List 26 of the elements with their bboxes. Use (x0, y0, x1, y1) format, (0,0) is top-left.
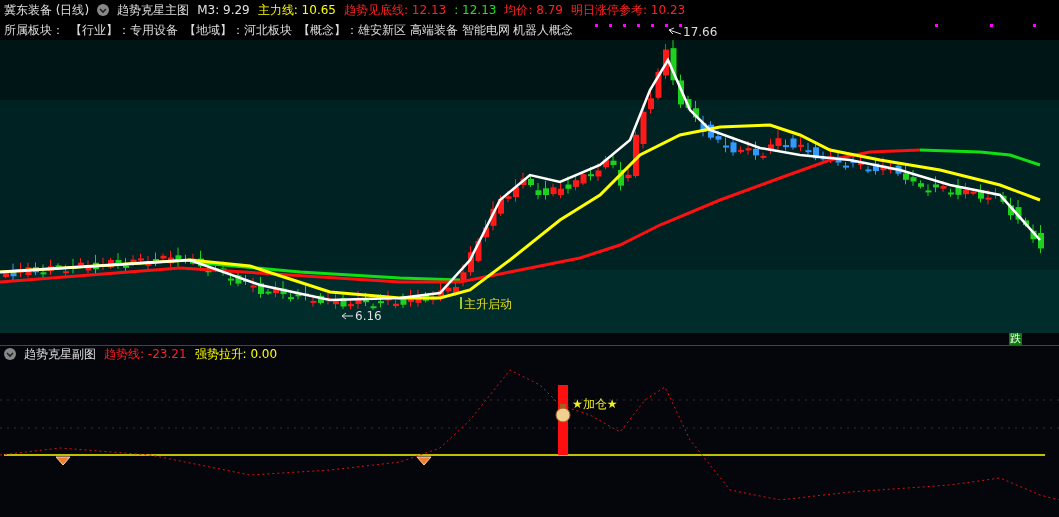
stock-title: 冀东装备 (日线) (4, 1, 90, 19)
indicator-value: M3: 9.29 (197, 3, 250, 17)
money-bag-icon (555, 404, 571, 423)
indicator-name: 趋势克星副图 (24, 345, 96, 363)
price-label: 17.66 (683, 25, 718, 39)
indicator-name: 趋势克星主图 (117, 1, 190, 19)
sector-tag: 【概念】：雄安新区 高端装备 智能电网 机器人概念 (298, 21, 574, 39)
arrow-icon (341, 312, 354, 320)
signal-label: ★加仓★ (572, 397, 618, 411)
indicator-value: : 12.13 (454, 3, 497, 17)
arrow-icon (668, 27, 682, 35)
dropdown-icon[interactable] (97, 4, 110, 16)
sector-label: 所属板块： (4, 21, 64, 39)
dropdown-icon[interactable] (4, 348, 16, 360)
sector-tag: 【地域】：河北板块 (184, 21, 292, 39)
indicator-value: 趋势线: -23.21 (104, 345, 187, 363)
indicator-value: 趋势见底线: 12.13 (344, 1, 447, 19)
signal-label: 主升启动 (464, 297, 512, 311)
indicator-value: 强势拉升: 0.00 (194, 345, 278, 363)
indicator-value: 明日涨停参考: 10.23 (571, 1, 686, 19)
fall-badge: 跌 (1009, 333, 1022, 345)
indicator-value: 均价: 8.79 (504, 1, 563, 19)
price-label: 6.16 (355, 309, 382, 323)
indicator-value: 主力线: 10.65 (257, 1, 336, 19)
signal-tick-icon (460, 297, 462, 309)
sector-tag: 【行业】：专用设备 (70, 21, 178, 39)
